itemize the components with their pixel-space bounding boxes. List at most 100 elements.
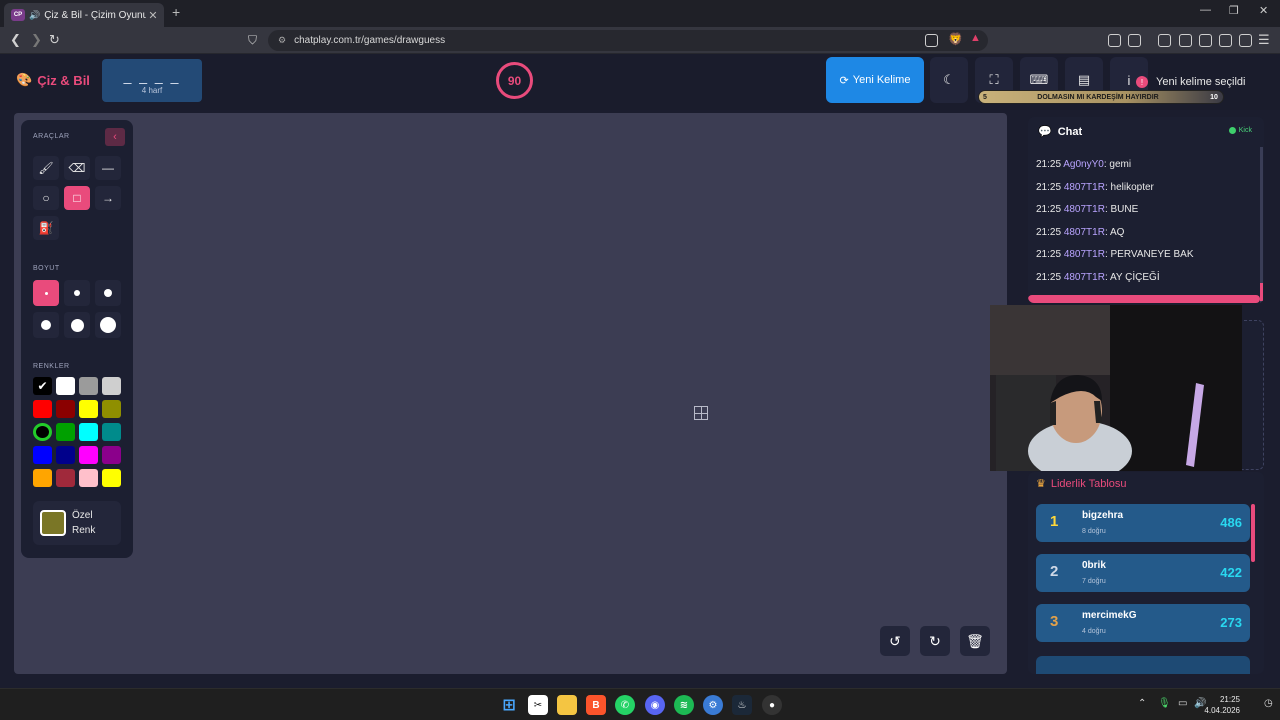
app-icon[interactable]: ⚙ [703, 695, 723, 715]
color-swatch[interactable] [79, 400, 98, 418]
size-section-title: BOYUT [33, 265, 60, 272]
player-rank: 1 [1050, 513, 1059, 530]
color-swatch[interactable] [56, 377, 75, 395]
brave-rewards-icon[interactable]: ▲ [970, 32, 981, 44]
back-icon[interactable]: ❮ [10, 32, 21, 48]
forward-icon[interactable]: ❯ [31, 32, 42, 48]
color-swatch[interactable] [56, 446, 75, 464]
share-icon[interactable] [925, 34, 938, 47]
tab-close-icon[interactable]: ✕ [146, 9, 160, 22]
color-swatch[interactable] [102, 423, 121, 441]
brush-tool-button[interactable]: 🖌 [33, 156, 59, 180]
color-swatch[interactable] [33, 446, 52, 464]
leaderboard-scrollbar[interactable] [1251, 504, 1255, 562]
extensions-icon[interactable] [1108, 34, 1121, 47]
custom-color-button[interactable]: Özel Renk [33, 501, 121, 545]
message-user[interactable]: 4807T1R [1064, 227, 1105, 238]
color-swatch[interactable]: ✔ [33, 377, 52, 395]
minimize-icon[interactable]: — [1200, 4, 1211, 16]
redo-button[interactable]: ↻ [920, 626, 950, 656]
network-icon[interactable]: ▭ [1178, 698, 1187, 709]
menu-icon[interactable]: ☰ [1258, 32, 1270, 48]
file-explorer-icon[interactable] [557, 695, 577, 715]
url-field[interactable]: ⚙ chatplay.com.tr/games/drawguess [268, 30, 988, 51]
chat-scrollbar[interactable] [1260, 147, 1263, 303]
new-tab-icon[interactable]: + [172, 4, 180, 20]
drawing-canvas[interactable] [14, 113, 1007, 674]
new-word-button[interactable]: ⟳ Yeni Kelime [826, 57, 924, 103]
notification-icon[interactable]: ◷ [1264, 698, 1273, 709]
crown-icon: ♛ [1036, 478, 1046, 490]
microphone-icon[interactable]: 🎙 [1158, 698, 1171, 709]
goal-max: 10 [1210, 93, 1218, 101]
browser-tab[interactable]: CP 🔊 Çiz & Bil - Çizim Oyunu ✕ [4, 3, 164, 27]
obs-icon[interactable]: ● [762, 695, 782, 715]
message-user[interactable]: Ag0nyY0 [1063, 159, 1104, 170]
media-icon[interactable] [1158, 34, 1171, 47]
info-icon: i [1127, 72, 1131, 88]
keyboard-icon: ⌨ [1029, 72, 1049, 87]
color-swatch[interactable] [33, 400, 52, 418]
message-user[interactable]: 4807T1R [1064, 272, 1105, 283]
clock-time: 21:25 [1219, 695, 1240, 704]
brush-size-1[interactable] [33, 280, 59, 306]
rectangle-tool-button[interactable]: □ [64, 186, 90, 210]
bookmark-icon[interactable]: ⛉ [248, 33, 257, 48]
color-swatch[interactable] [102, 469, 121, 487]
screenshot-icon[interactable] [1128, 34, 1141, 47]
vpn-icon[interactable] [1239, 34, 1252, 47]
color-swatch[interactable] [56, 423, 75, 441]
color-swatch[interactable] [79, 423, 98, 441]
color-swatch[interactable] [56, 400, 75, 418]
color-swatch[interactable] [79, 446, 98, 464]
tools-section-title: ARAÇLAR [33, 133, 70, 140]
speaker-icon[interactable]: 🔊 [29, 10, 40, 21]
tools-panel: ARAÇLAR ‹ 🖌 ⌫ — ○ □ → ⛽ BOYUT RENKLER Öz… [21, 120, 133, 558]
brush-size-5[interactable] [64, 312, 90, 338]
brush-size-3[interactable] [95, 280, 121, 306]
capcut-icon[interactable]: ✂ [528, 695, 548, 715]
brave-shields-icon[interactable]: 🦁 [948, 32, 963, 46]
whatsapp-icon[interactable]: ✆ [615, 695, 635, 715]
wallet-icon[interactable] [1199, 34, 1212, 47]
site-settings-icon[interactable]: ⚙ [278, 35, 286, 46]
tray-chevron-up-icon[interactable]: ⌃ [1138, 698, 1146, 709]
restore-icon[interactable]: ❐ [1229, 4, 1239, 17]
circle-tool-button[interactable]: ○ [33, 186, 59, 210]
start-windows-icon[interactable]: ⊞ [499, 695, 519, 715]
chat-input-bar[interactable] [1028, 295, 1260, 303]
paint-bucket-icon: ⛽ [38, 221, 54, 235]
eraser-tool-button[interactable]: ⌫ [64, 156, 90, 180]
leo-icon[interactable] [1219, 34, 1232, 47]
color-swatch[interactable] [79, 377, 98, 395]
fill-tool-button[interactable]: ⛽ [33, 216, 59, 240]
system-clock[interactable]: 21:25 4.04.2026 [1204, 694, 1240, 716]
arrow-tool-button[interactable]: → [95, 186, 121, 210]
reload-icon[interactable]: ↻ [49, 32, 60, 48]
color-swatch[interactable] [102, 400, 121, 418]
brush-size-2[interactable] [64, 280, 90, 306]
steam-icon[interactable]: ♨ [732, 695, 752, 715]
brush-size-6[interactable] [95, 312, 121, 338]
color-swatch[interactable] [79, 469, 98, 487]
line-tool-button[interactable]: — [95, 156, 121, 180]
clear-canvas-button[interactable]: 🗑 [960, 626, 990, 656]
message-user[interactable]: 4807T1R [1064, 249, 1105, 260]
app-logo[interactable]: 🎨 Çiz & Bil [16, 72, 90, 88]
message-user[interactable]: 4807T1R [1064, 182, 1105, 193]
color-swatch[interactable] [102, 377, 121, 395]
undo-button[interactable]: ↺ [880, 626, 910, 656]
sidebar-icon[interactable] [1179, 34, 1192, 47]
color-swatch[interactable] [102, 446, 121, 464]
dark-mode-button[interactable]: ☾ [930, 57, 968, 103]
window-close-icon[interactable]: ✕ [1259, 4, 1268, 17]
spotify-icon[interactable]: ≋ [674, 695, 694, 715]
color-swatch[interactable] [56, 469, 75, 487]
message-user[interactable]: 4807T1R [1064, 204, 1105, 215]
color-swatch[interactable] [33, 469, 52, 487]
collapse-panel-button[interactable]: ‹ [105, 128, 125, 146]
color-swatch[interactable] [33, 423, 52, 441]
brush-size-4[interactable] [33, 312, 59, 338]
brave-icon[interactable]: B [586, 695, 606, 715]
discord-icon[interactable]: ◉ [645, 695, 665, 715]
